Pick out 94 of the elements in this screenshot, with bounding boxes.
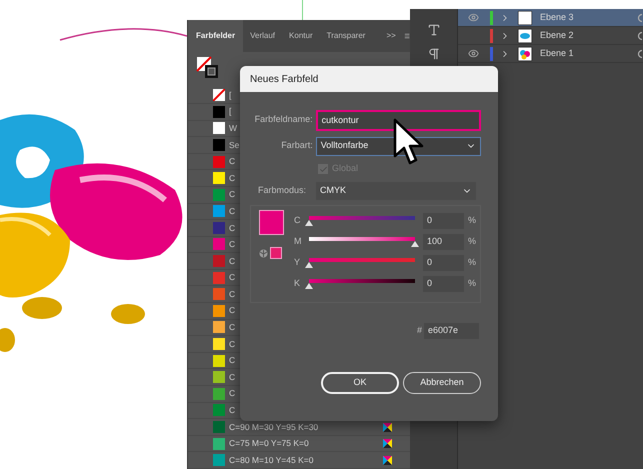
color-swatch[interactable] (213, 238, 225, 250)
panel-tab[interactable]: Transparer (320, 20, 372, 52)
paragraph-icon[interactable] (426, 47, 440, 61)
color-swatch[interactable] (213, 122, 225, 134)
gamut-swatch (270, 247, 282, 259)
swatch-name: C=90 M=30 Y=95 K=30 (229, 420, 318, 434)
color-swatch[interactable] (213, 371, 225, 384)
color-swatch[interactable] (213, 288, 225, 300)
swatch-name: C (229, 354, 236, 368)
slider-label: M (294, 234, 302, 248)
layer-row[interactable]: Ebene 1 (458, 45, 643, 63)
value-field[interactable]: 0 (423, 212, 464, 228)
swatch-name: W (229, 122, 238, 135)
swatch-name: [ (229, 105, 232, 118)
overflow-button[interactable]: >> (382, 30, 400, 42)
hex-label: # (416, 324, 422, 338)
color-swatch[interactable] (213, 205, 225, 218)
layer-thumbnail (518, 10, 532, 24)
swatch-name: C (229, 254, 236, 268)
unit-label: % (468, 256, 476, 269)
layer-row[interactable]: Ebene 3 (458, 9, 643, 27)
dialog-title: Neues Farbfeld (250, 72, 318, 86)
color-mode-select[interactable]: CMYK (316, 182, 476, 200)
cancel-button[interactable]: Abbrechen (403, 372, 481, 394)
color-swatch[interactable] (213, 454, 225, 466)
character-icon[interactable] (426, 23, 440, 37)
color-swatch[interactable] (213, 222, 225, 234)
swatch-name: C (229, 188, 236, 202)
cursor-icon (393, 118, 425, 166)
swatch-name: C (229, 288, 236, 301)
value-field[interactable]: 100 (423, 234, 464, 250)
color-swatch[interactable] (213, 421, 225, 434)
swatch-name: C (229, 155, 236, 168)
panel-tab[interactable]: Kontur (282, 20, 320, 52)
color-swatch[interactable] (213, 304, 225, 317)
color-swatch[interactable] (213, 138, 225, 151)
color-swatch[interactable] (213, 188, 225, 201)
field-label: Farbmodus: (256, 184, 307, 198)
swatch-name: C=80 M=10 Y=45 K=0 (229, 454, 314, 467)
slider-thumb[interactable] (411, 240, 419, 246)
swatch-name: [ (229, 88, 232, 102)
layer-name: Ebene 1 (540, 46, 574, 60)
hex-field[interactable]: e6007e (424, 323, 479, 339)
swatch-name: C (229, 321, 236, 334)
panel-tab[interactable]: Farbfelder (188, 20, 244, 52)
swatch-name: C (229, 304, 236, 318)
no-color-swatch[interactable] (213, 89, 225, 102)
swatch-name-field[interactable]: cutkontur (316, 110, 481, 130)
ok-button[interactable]: OK (321, 372, 399, 394)
panel-tab[interactable]: Verlauf (243, 20, 282, 52)
swatch-name: C (229, 387, 236, 400)
color-swatch[interactable] (213, 255, 225, 268)
value-field[interactable]: 0 (423, 276, 464, 292)
unit-label: % (468, 276, 476, 290)
slider-label: Y (294, 256, 302, 269)
value-field[interactable]: 0 (423, 254, 464, 270)
field-label: Farbfeldname: (254, 113, 313, 126)
layer-name: Ebene 3 (540, 10, 574, 24)
fill-stroke-icon[interactable] (196, 56, 220, 80)
color-swatch[interactable] (213, 388, 225, 400)
swatch-name: C (229, 338, 236, 350)
swatch-name: C=75 M=0 Y=75 K=0 (229, 437, 309, 450)
slider-thumb[interactable] (305, 262, 313, 268)
color-swatch[interactable] (213, 172, 225, 184)
swatch-name: C (229, 204, 236, 218)
color-swatch[interactable] (213, 106, 225, 118)
slider-label: K (294, 276, 302, 290)
layer-thumbnail (518, 46, 532, 60)
swatch-name: C (229, 222, 236, 234)
color-swatch[interactable] (213, 272, 225, 284)
swatch-name: C (229, 271, 236, 284)
layer-name: Ebene 2 (540, 28, 574, 42)
swatch-name: C (229, 172, 236, 184)
layer-thumbnail (518, 28, 532, 42)
visibility-icon[interactable] (468, 12, 478, 23)
check-icon (318, 164, 328, 174)
unit-label: % (468, 234, 476, 248)
swatch-name: Se (229, 138, 240, 152)
slider-thumb[interactable] (305, 282, 313, 288)
slider-label: C (294, 214, 302, 227)
color-swatch[interactable] (213, 404, 225, 416)
swatch-name: C (229, 238, 236, 251)
swatch-name: C (229, 404, 236, 417)
layer-row[interactable]: Ebene 2 (458, 27, 643, 45)
color-swatch[interactable] (213, 338, 225, 350)
visibility-icon[interactable] (468, 48, 478, 59)
color-swatch[interactable] (213, 321, 225, 334)
slider-thumb[interactable] (305, 220, 313, 226)
field-label: Farbart: (280, 139, 313, 152)
swatch-name: C (229, 370, 236, 384)
color-swatch[interactable] (213, 354, 225, 367)
color-swatch[interactable] (213, 156, 225, 168)
unit-label: % (468, 214, 476, 227)
color-swatch[interactable] (213, 438, 225, 450)
